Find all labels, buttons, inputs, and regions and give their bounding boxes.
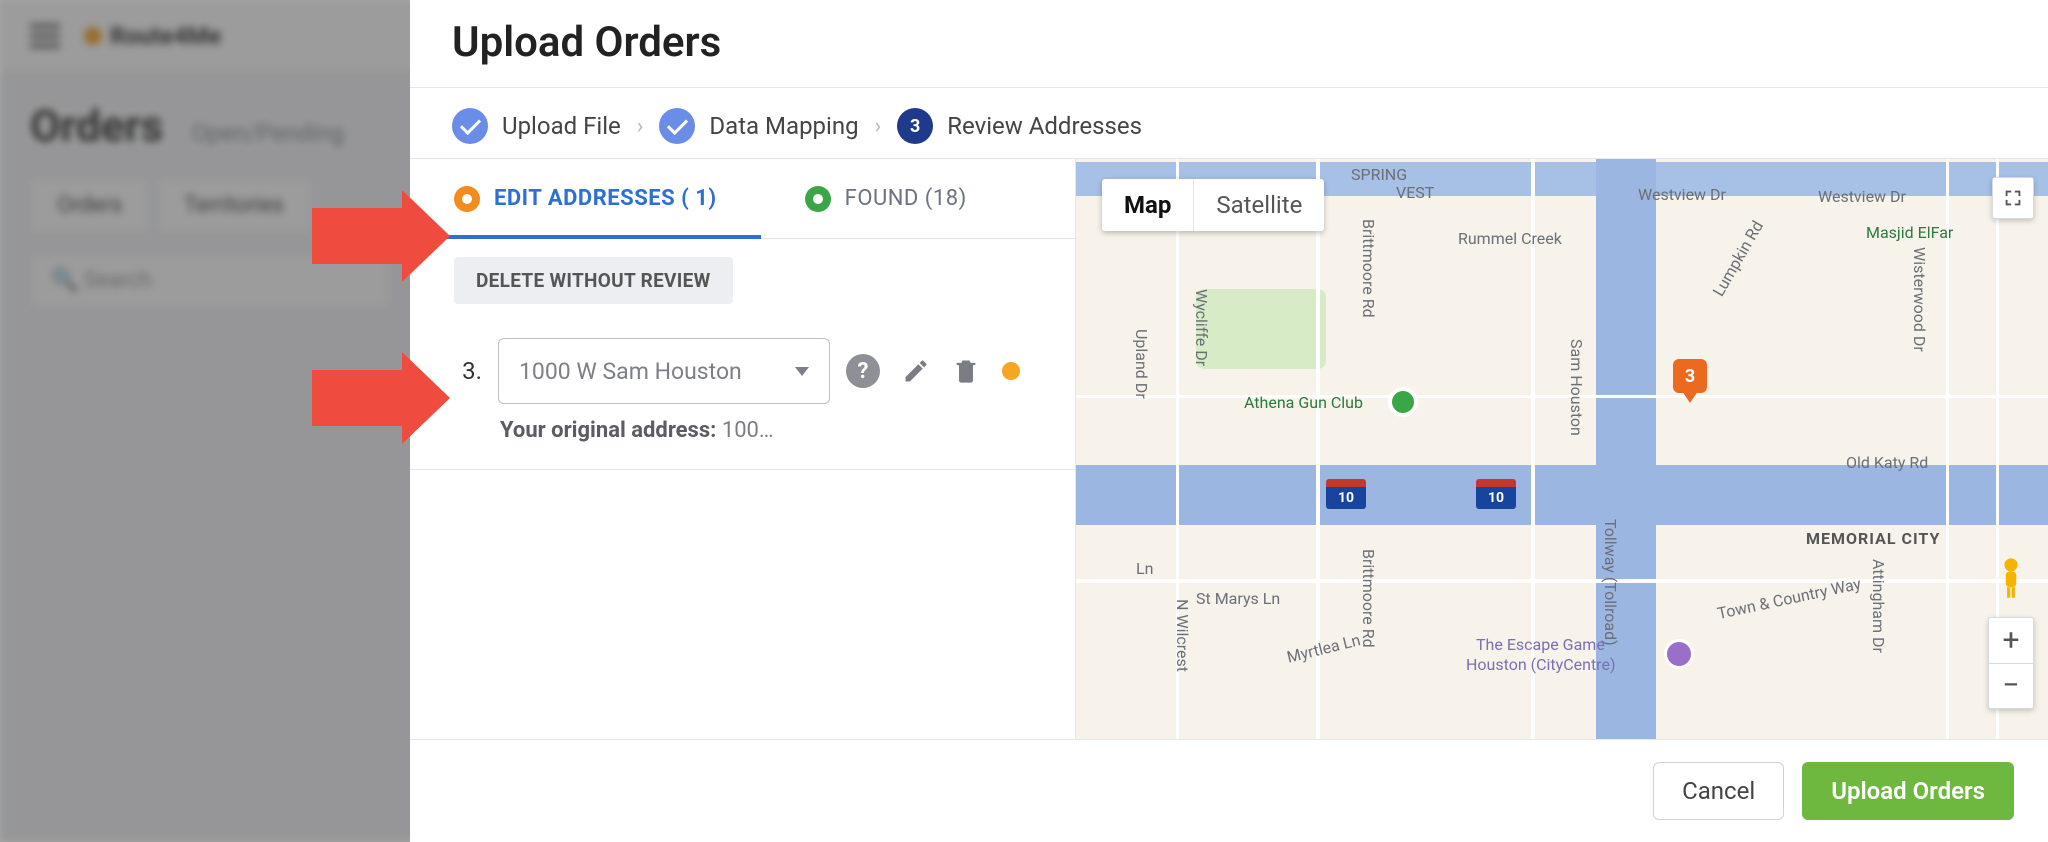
zoom-out-button[interactable]: − [1989, 663, 2033, 709]
highway-shield-icon: 10 [1476, 479, 1516, 509]
poi-pin-icon [1388, 387, 1418, 417]
map-label: MEMORIAL CITY [1806, 529, 1940, 548]
status-dot-icon [1002, 362, 1020, 380]
address-index: 3. [454, 357, 482, 385]
tab-found[interactable]: FOUND (18) [761, 159, 1011, 238]
map-label: Upland Dr [1132, 329, 1151, 399]
map-label: Sam Houston [1567, 339, 1586, 436]
map-label: Westview Dr [1818, 187, 1906, 206]
step-mapping-label: Data Mapping [709, 112, 858, 140]
cancel-button[interactable]: Cancel [1653, 762, 1784, 820]
original-address-label: Your original address: [500, 418, 716, 443]
step-review-label: Review Addresses [947, 112, 1142, 140]
address-row: 3. 1000 W Sam Houston ? [454, 338, 1031, 404]
map-label: St Marys Ln [1196, 589, 1280, 608]
map-label: Wycliffe Dr [1192, 289, 1211, 366]
row-actions: ? [846, 354, 1020, 388]
address-tabs: EDIT ADDRESSES ( 1) FOUND (18) [410, 159, 1075, 239]
map-type-switch: Map Satellite [1102, 179, 1324, 231]
map-label: Westview Dr [1638, 185, 1726, 204]
upload-orders-modal: Upload Orders Upload File › Data Mapping… [410, 0, 2048, 842]
zoom-control: + − [1988, 617, 2034, 709]
step-data-mapping[interactable]: Data Mapping [659, 108, 858, 144]
edit-icon[interactable] [902, 357, 930, 385]
annotation-arrow-icon [312, 190, 450, 282]
map-label: Attingham Dr [1869, 559, 1888, 653]
tab-edit-label: EDIT ADDRESSES ( 1) [494, 186, 717, 211]
map-label: Old Katy Rd [1846, 453, 1928, 472]
modal-title: Upload Orders [452, 18, 2006, 67]
step-review-addresses[interactable]: 3 Review Addresses [897, 108, 1142, 144]
address-value: 1000 W Sam Houston [519, 358, 742, 385]
trash-icon[interactable] [952, 357, 980, 385]
map-type-map[interactable]: Map [1102, 179, 1193, 231]
modal-footer: Cancel Upload Orders [410, 739, 2048, 842]
status-dot-icon [454, 186, 480, 212]
map-label: Masjid ElFar [1866, 223, 1953, 242]
chevron-right-icon: › [875, 114, 882, 139]
map-marker[interactable]: 3 [1673, 359, 1707, 393]
map-label: Rummel Creek [1458, 229, 1562, 248]
step-upload-label: Upload File [502, 112, 621, 140]
fullscreen-button[interactable] [1992, 177, 2034, 219]
map-canvas: 10 10 3 SPRING VEST Westview Dr Westview… [1076, 159, 2048, 739]
step-upload-file[interactable]: Upload File [452, 108, 621, 144]
modal-header: Upload Orders [410, 0, 2048, 88]
poi-camera-icon [1664, 639, 1694, 669]
map-label: Wisterwood Dr [1910, 247, 1929, 352]
help-icon[interactable]: ? [846, 354, 880, 388]
divider [410, 469, 1075, 470]
original-address-value: 100… [722, 418, 774, 443]
map-label: Lumpkin Rd [1709, 217, 1767, 299]
map-label: The Escape Game [1476, 635, 1605, 654]
upload-orders-button[interactable]: Upload Orders [1802, 762, 2014, 820]
modal-body: EDIT ADDRESSES ( 1) FOUND (18) DELETE WI… [410, 158, 2048, 739]
chevron-right-icon: › [637, 114, 644, 139]
address-panel: EDIT ADDRESSES ( 1) FOUND (18) DELETE WI… [410, 159, 1076, 739]
highway-shield-icon: 10 [1326, 479, 1366, 509]
map-label: Tollway (Tollroad) [1601, 519, 1620, 646]
map-label: VEST [1396, 183, 1434, 202]
tab-found-label: FOUND (18) [845, 186, 967, 211]
stepper: Upload File › Data Mapping › 3 Review Ad… [410, 88, 2048, 158]
status-dot-icon [805, 186, 831, 212]
check-icon [659, 108, 695, 144]
map-label: Myrtlea Ln [1285, 630, 1362, 667]
zoom-in-button[interactable]: + [1989, 618, 2033, 663]
original-address-line: Your original address: 100… [500, 418, 1031, 443]
map[interactable]: 10 10 3 SPRING VEST Westview Dr Westview… [1076, 159, 2048, 739]
pegman-icon[interactable] [1988, 555, 2034, 601]
map-label: Athena Gun Club [1244, 393, 1363, 412]
address-select[interactable]: 1000 W Sam Houston [498, 338, 830, 404]
map-label: Ln [1136, 559, 1153, 578]
check-icon [452, 108, 488, 144]
map-label: Brittmoore Rd [1359, 549, 1378, 648]
map-label: N Wilcrest [1173, 599, 1192, 672]
map-label: SPRING [1351, 165, 1407, 184]
annotation-arrow-icon [312, 352, 450, 444]
map-type-satellite[interactable]: Satellite [1193, 179, 1324, 231]
tab-edit-addresses[interactable]: EDIT ADDRESSES ( 1) [410, 159, 761, 238]
chevron-down-icon [795, 367, 809, 376]
review-area: DELETE WITHOUT REVIEW 3. 1000 W Sam Hous… [410, 239, 1075, 443]
delete-without-review-button[interactable]: DELETE WITHOUT REVIEW [454, 257, 733, 304]
map-label: Brittmoore Rd [1359, 219, 1378, 318]
step-number-icon: 3 [897, 108, 933, 144]
map-label: Houston (CityCentre) [1466, 655, 1616, 674]
